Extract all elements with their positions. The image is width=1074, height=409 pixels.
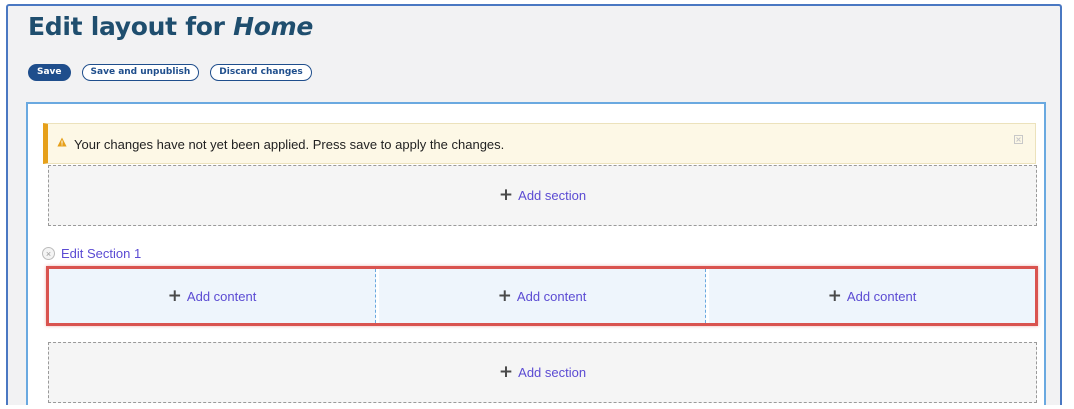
add-content-label: Add content bbox=[516, 288, 587, 304]
alert-dismiss-icon[interactable] bbox=[1014, 135, 1023, 144]
plus-icon: + bbox=[498, 362, 514, 382]
region-third: + Add content bbox=[709, 269, 1035, 323]
discard-changes-button[interactable]: Discard changes bbox=[210, 64, 312, 81]
layout-canvas: Your changes have not yet been applied. … bbox=[26, 102, 1046, 405]
page-title-prefix: Edit layout for bbox=[28, 12, 234, 41]
page-title-entity: Home bbox=[233, 12, 313, 41]
plus-icon: + bbox=[827, 285, 842, 306]
unsaved-changes-alert: Your changes have not yet been applied. … bbox=[43, 123, 1036, 164]
save-button[interactable]: Save bbox=[28, 64, 71, 81]
section-regions: + Add content + Add content + Add conten… bbox=[46, 266, 1038, 326]
add-section-link-bottom[interactable]: + Add section bbox=[498, 362, 587, 382]
edit-section-link[interactable]: Edit Section 1 bbox=[61, 246, 141, 261]
add-section-label: Add section bbox=[518, 365, 587, 380]
add-section-zone-top: + Add section bbox=[48, 165, 1037, 226]
add-content-label: Add content bbox=[186, 288, 257, 304]
section-header: × Edit Section 1 bbox=[42, 246, 141, 261]
save-and-unpublish-button[interactable]: Save and unpublish bbox=[81, 64, 200, 81]
region-second: + Add content bbox=[379, 269, 706, 323]
add-section-link-top[interactable]: + Add section bbox=[498, 185, 587, 205]
alert-message: Your changes have not yet been applied. … bbox=[74, 137, 505, 152]
remove-section-icon[interactable]: × bbox=[42, 247, 55, 260]
page-title: Edit layout for Home bbox=[28, 12, 313, 41]
add-content-link[interactable]: + Add content bbox=[167, 285, 257, 306]
action-buttons: Save Save and unpublish Discard changes bbox=[28, 64, 312, 81]
add-section-zone-bottom: + Add section bbox=[48, 342, 1037, 403]
add-content-label: Add content bbox=[846, 288, 917, 304]
warning-icon bbox=[57, 134, 67, 152]
add-content-link[interactable]: + Add content bbox=[827, 285, 917, 306]
region-first: + Add content bbox=[49, 269, 376, 323]
layout-builder-window: Edit layout for Home Save Save and unpub… bbox=[6, 4, 1062, 405]
plus-icon: + bbox=[497, 285, 512, 306]
plus-icon: + bbox=[167, 285, 182, 306]
plus-icon: + bbox=[498, 185, 514, 205]
add-section-label: Add section bbox=[518, 188, 587, 203]
add-content-link[interactable]: + Add content bbox=[497, 285, 587, 306]
